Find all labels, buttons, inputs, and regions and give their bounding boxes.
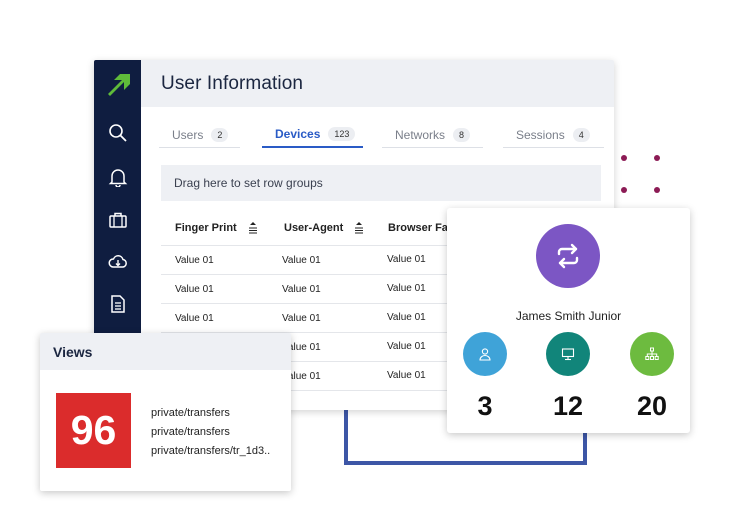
- sort-icon[interactable]: [355, 221, 364, 234]
- table-cell: Value 01: [387, 254, 426, 265]
- users-stat-button[interactable]: [463, 332, 507, 376]
- table-cell: Value 01: [175, 284, 214, 295]
- decorative-dot: [654, 187, 660, 193]
- swap-icon: [557, 243, 579, 269]
- column-header-user-agent[interactable]: User-Agent: [284, 210, 364, 245]
- count-badge: 4: [572, 127, 590, 142]
- decorative-dot: [621, 155, 627, 161]
- logo-icon: [108, 74, 130, 96]
- views-count-badge: 96: [56, 393, 131, 468]
- users-count: 3: [477, 391, 493, 421]
- count-badge: 123: [328, 127, 356, 141]
- count-badge: 2: [211, 127, 229, 142]
- tab-users[interactable]: Users 2: [159, 122, 240, 148]
- user-summary-card: James Smith Junior 3 12 20: [447, 208, 690, 433]
- user-name: James Smith Junior: [515, 309, 622, 323]
- table-cell: Value 01: [387, 283, 426, 294]
- views-path-link[interactable]: private/transfers: [151, 407, 230, 419]
- tab-devices[interactable]: Devices 123: [262, 122, 363, 148]
- views-title: Views: [40, 333, 291, 370]
- tab-label: Users: [172, 127, 204, 142]
- count-badge: 8: [453, 127, 471, 142]
- page-title: User Information: [161, 73, 304, 94]
- sidebar-item-documents[interactable]: [107, 293, 129, 315]
- views-path-link[interactable]: private/transfers: [151, 426, 230, 438]
- table-cell: Value 01: [387, 341, 426, 352]
- table-cell: Value 01: [387, 370, 426, 381]
- briefcase-icon: [109, 212, 127, 228]
- search-icon: [109, 124, 127, 142]
- networks-stat-button[interactable]: [630, 332, 674, 376]
- table-cell: Value 01: [282, 284, 321, 295]
- cloud-download-icon: [108, 255, 127, 268]
- user-icon: [479, 348, 491, 361]
- bell-icon: [108, 169, 128, 187]
- table-cell: Value 01: [175, 313, 214, 324]
- sidebar-item-downloads[interactable]: [107, 251, 129, 273]
- devices-stat-button[interactable]: [546, 332, 590, 376]
- document-icon: [111, 295, 125, 313]
- decorative-dot: [654, 155, 660, 161]
- tab-sessions[interactable]: Sessions 4: [503, 122, 604, 148]
- table-cell: Value 01: [282, 255, 321, 266]
- tab-label: Sessions: [516, 127, 565, 142]
- column-header-finger-print[interactable]: Finger Print: [175, 210, 257, 245]
- sidebar-item-search[interactable]: [107, 122, 129, 144]
- network-icon: [645, 347, 659, 360]
- sidebar-item-briefcase[interactable]: [107, 209, 129, 231]
- views-path-link[interactable]: private/transfers/tr_1d3..: [151, 445, 270, 457]
- table-cell: Value 01: [282, 313, 321, 324]
- devices-count: 12: [552, 391, 584, 421]
- monitor-icon: [561, 348, 575, 361]
- tab-bar: Users 2 Devices 123 Networks 8 Sessions …: [159, 122, 604, 148]
- tab-label: Devices: [275, 127, 321, 141]
- views-card: Views 96 private/transfers private/trans…: [40, 333, 291, 491]
- networks-count: 20: [636, 391, 668, 421]
- table-cell: Value 01: [387, 312, 426, 323]
- panel-header: User Information: [141, 60, 614, 107]
- table-cell: Value 01: [175, 255, 214, 266]
- tab-networks[interactable]: Networks 8: [382, 122, 483, 148]
- avatar: [536, 224, 600, 288]
- decorative-dot: [621, 187, 627, 193]
- column-header-label: Finger Print: [175, 221, 237, 234]
- sort-icon[interactable]: [248, 221, 257, 234]
- tab-label: Networks: [395, 127, 446, 142]
- sidebar-item-notifications[interactable]: [107, 166, 129, 188]
- column-header-label: User-Agent: [284, 221, 344, 234]
- row-group-drop-zone[interactable]: Drag here to set row groups: [161, 165, 601, 201]
